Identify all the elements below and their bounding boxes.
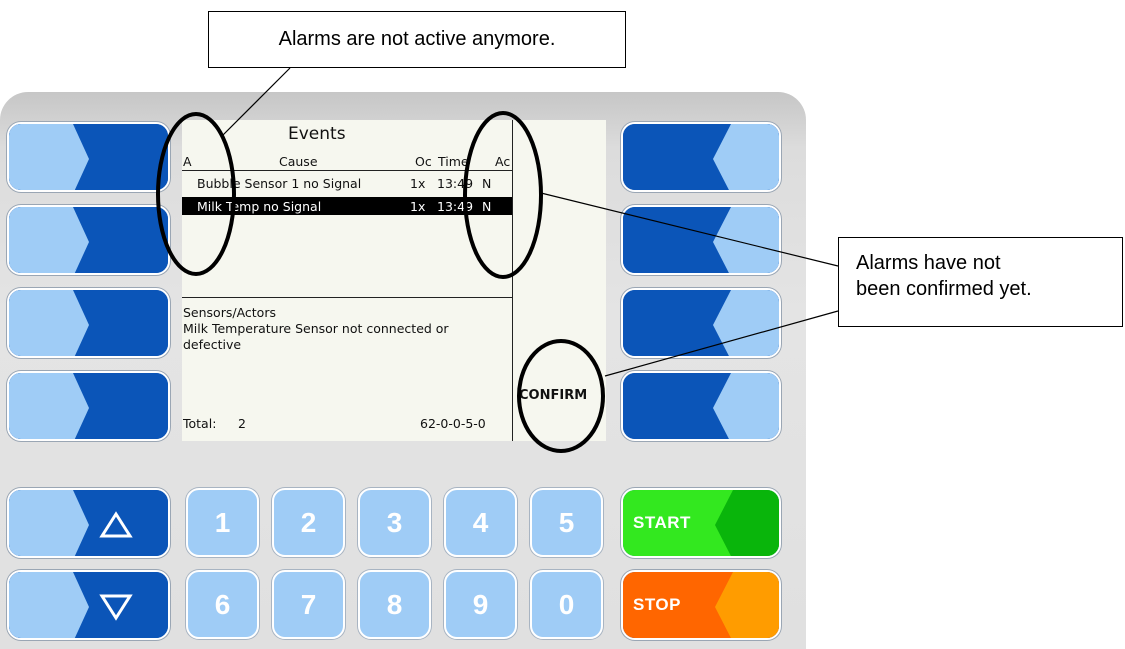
highlight-ellipse-active-column: [156, 112, 236, 276]
callout-not-confirmed-line-1: Alarms have not: [856, 252, 1001, 274]
highlight-ellipse-ack-column: [463, 111, 543, 279]
callout-not-confirmed: Alarms have not been confirmed yet.: [838, 237, 1123, 327]
leader-line-right-lower: [604, 310, 839, 377]
leader-line-right-upper: [540, 192, 839, 267]
highlight-ellipse-confirm: [517, 339, 605, 453]
callout-not-confirmed-line-2: been confirmed yet.: [856, 278, 1032, 300]
leader-line-top: [221, 67, 291, 137]
callout-not-active: Alarms are not active anymore.: [208, 11, 626, 68]
callout-not-active-text: Alarms are not active anymore.: [278, 28, 556, 50]
